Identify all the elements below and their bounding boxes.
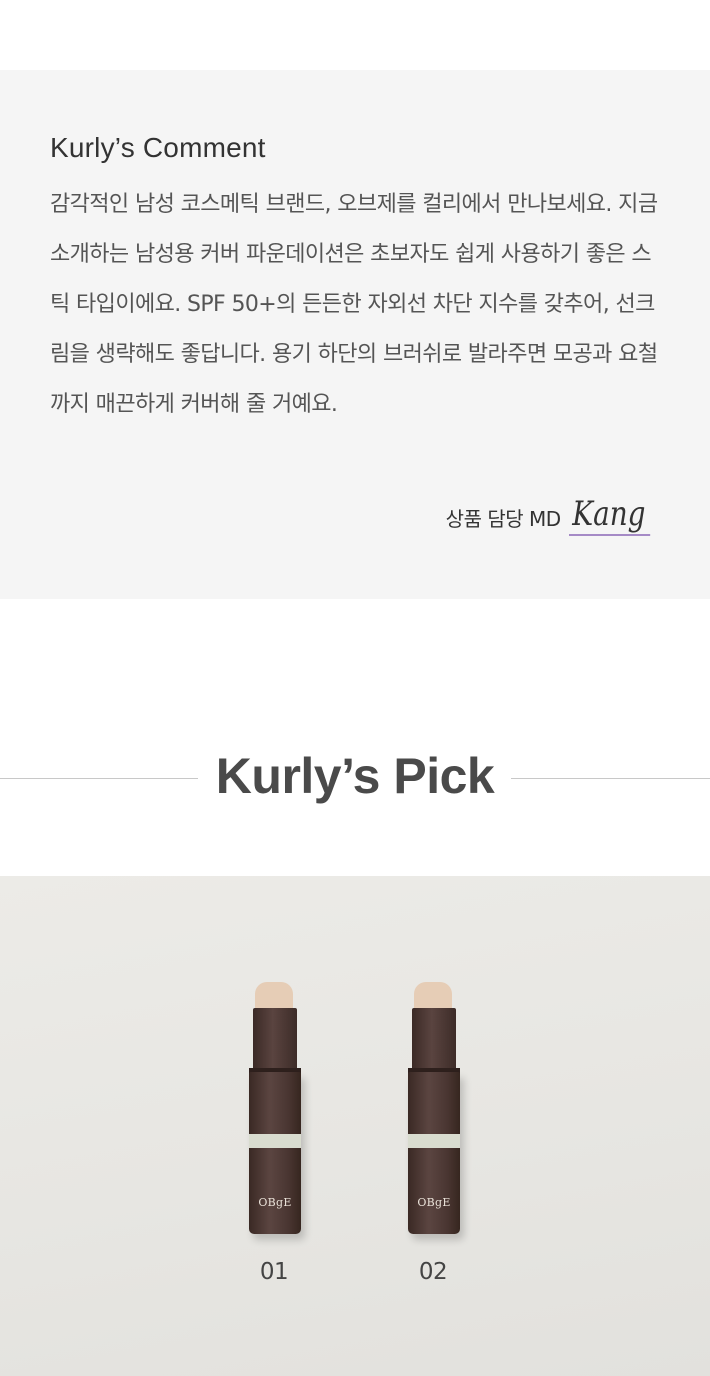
- signature-role: 상품 담당 MD: [445, 507, 561, 531]
- stick-band: [249, 1134, 301, 1148]
- kurlys-comment-section: Kurly’s Comment 감각적인 남성 코스메틱 브랜드, 오브제를 컬…: [0, 70, 710, 599]
- stick-body: [408, 1072, 460, 1234]
- stick-inner-case: [412, 1008, 456, 1074]
- stick-body: [249, 1072, 301, 1234]
- md-signature: 상품 담당 MD Kang: [446, 494, 668, 536]
- divider-line-right: [511, 778, 710, 779]
- product-photo: OBgE OBgE 01 02: [0, 876, 710, 1376]
- comment-title: Kurly’s Comment: [50, 132, 266, 163]
- brand-logo: OBgE: [258, 1196, 292, 1209]
- stick-band: [408, 1134, 460, 1148]
- section-gap: [0, 599, 710, 759]
- kurlys-pick-header: Kurly’s Pick: [0, 748, 710, 876]
- foundation-stick-02: OBgE: [408, 982, 460, 1234]
- product-label-02: 02: [418, 1259, 448, 1285]
- foundation-stick-01: OBgE: [249, 982, 301, 1234]
- signature-name: Kang: [568, 494, 651, 536]
- brand-logo: OBgE: [417, 1196, 451, 1209]
- top-spacer: [0, 0, 710, 70]
- comment-text: 감각적인 남성 코스메틱 브랜드, 오브제를 컬리에서 만나보세요. 지금 소개…: [50, 192, 658, 417]
- stick-inner-case: [253, 1008, 297, 1074]
- pick-title: Kurly’s Pick: [215, 748, 495, 804]
- product-label-01: 01: [259, 1259, 289, 1285]
